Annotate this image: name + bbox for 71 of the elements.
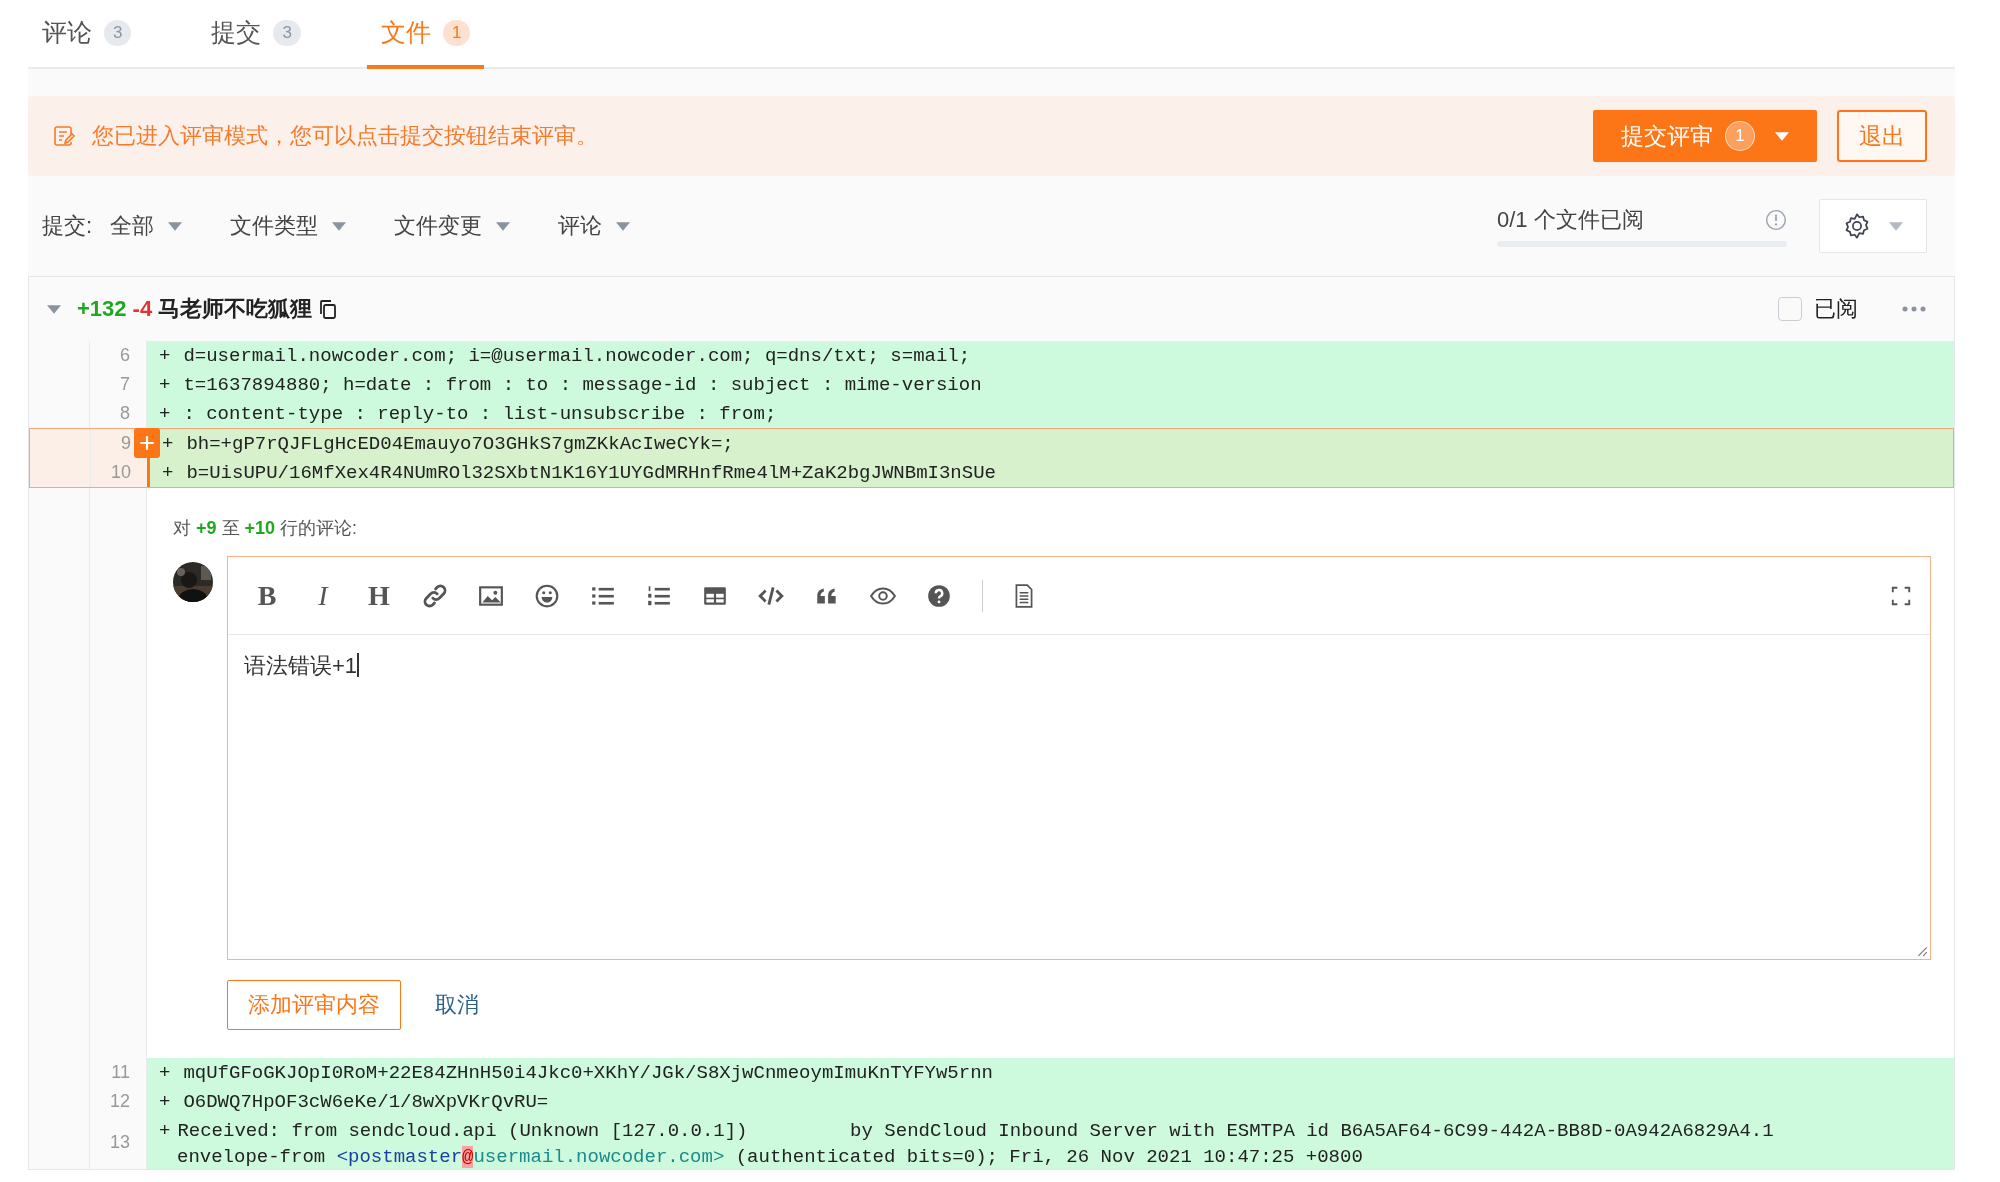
gear-icon [1843,212,1871,240]
code-line: t=1637894880; h=date : from : to : message-id : subject : mime-version [183,373,982,396]
file-name: 马老师不吃狐狸 [158,295,313,323]
cancel-link[interactable]: 取消 [435,990,479,1020]
diff-sign: + [161,432,175,455]
settings-button[interactable] [1819,199,1927,253]
code-text: (authenticated bits=0); Fri, 26 Nov 2021 10:47:25 +0800 [734,1146,1363,1168]
caret-icon [332,221,347,231]
code-text: envelope-from [177,1146,327,1168]
caret-icon [1775,131,1789,141]
additions-count: +132 [77,296,127,322]
help-icon[interactable] [926,582,952,609]
deletions-count: -4 [132,296,153,322]
line-number: 12 [109,1091,131,1112]
comment-range-label: 对 +9 至 +10 行的评论: [173,517,359,540]
code-line: : content-type : reply-to : list-unsubscribe : from; [183,402,777,425]
count-badge: 3 [104,19,132,46]
code-line: b=UisUPU/16MfXex4R4NUmROl32SXbtN1K16Y1UYGdMRHnfRme4lM+ZaK2bgJWNBmI3nSUe [186,461,996,484]
resize-grip-icon[interactable] [1916,945,1928,957]
filter-dropdown[interactable]: 文件变更 [394,211,511,241]
code-string: usermail.nowcoder.com> [473,1146,725,1168]
collapse-caret-icon[interactable] [47,304,61,314]
diff-sign: + [158,373,172,396]
diff-sign: + [161,461,175,484]
diff-sign: + [158,1061,172,1084]
line-number: 13 [109,1132,131,1153]
viewed-checkbox[interactable]: 已阅 [1778,294,1858,324]
caret-icon [496,221,511,231]
code-line: bh=+gP7rQJFLgHcED04Emauyo7O3GHkS7gmZKkAcIweCYk=; [186,432,734,455]
fullscreen-icon[interactable] [1890,584,1912,607]
code-line: mqUfGFoGKJOpI0RoM+22E84ZHnH50i4Jkc0+XKhY/JGk/S8XjwCnmeoymImuKnTYFYw5rnn [183,1061,993,1084]
caret-icon [1889,221,1903,231]
code-line: Received: from sendcloud.api (Unknown [127.0.0.1]) by SendCloud Inbound Server with ESMTPA id B6A5AF64-6C99-442A-BB8D-0A942A6829A4.1 [177,1119,1774,1142]
progress-text: 0/1 个文件已阅 [1497,206,1644,234]
diff-sign: + [158,1119,172,1142]
comment-input[interactable]: 语法错误+1 [228,635,1930,959]
diff-sign: + [158,1090,172,1113]
banner-message: 您已进入评审模式，您可以点击提交按钮结束评审。 [92,122,598,150]
info-icon [1765,209,1787,231]
line-number: 6 [120,345,131,366]
note-edit-icon [52,124,76,148]
caret-icon [616,221,631,231]
toolbar-glyph[interactable]: B [254,579,280,612]
more-icon[interactable] [1902,306,1926,312]
filter-dropdown[interactable]: 文件类型 [230,211,347,241]
line-number: 8 [120,403,131,424]
diff-sign: + [158,344,172,367]
filter-dropdown[interactable]: 评论 [558,211,631,241]
error-mark: @ [462,1146,474,1168]
count-badge: 1 [442,19,471,46]
plus-icon [139,435,155,451]
line-number: 11 [111,1062,131,1083]
line-number: 7 [120,374,131,395]
commit-filter[interactable]: 全部 [110,211,183,241]
line-number: 10 [110,462,132,483]
code-line: d=usermail.nowcoder.com; i=@usermail.nowcoder.com; q=dns/txt; s=mail; [183,344,971,367]
code-line: O6DWQ7HpOF3cW6eKe/1/8wXpVKrQvRU= [183,1090,549,1113]
tab[interactable]: 提交 3 [197,0,315,69]
code-tag: <postmaster [336,1146,463,1168]
tab[interactable]: 评论 3 [28,0,146,69]
toolbar-glyph[interactable]: I [310,579,336,612]
toolbar-glyph[interactable]: H [366,579,392,612]
caret-icon [168,221,183,231]
diff-sign: + [158,402,172,425]
link-icon[interactable] [422,582,448,609]
copy-icon[interactable] [318,298,339,320]
count-badge: 3 [273,19,301,46]
add-comment-button[interactable] [134,428,160,458]
line-number: 9 [121,433,132,454]
filter-label: 提交: [42,212,93,240]
smiley-icon[interactable] [534,582,560,609]
